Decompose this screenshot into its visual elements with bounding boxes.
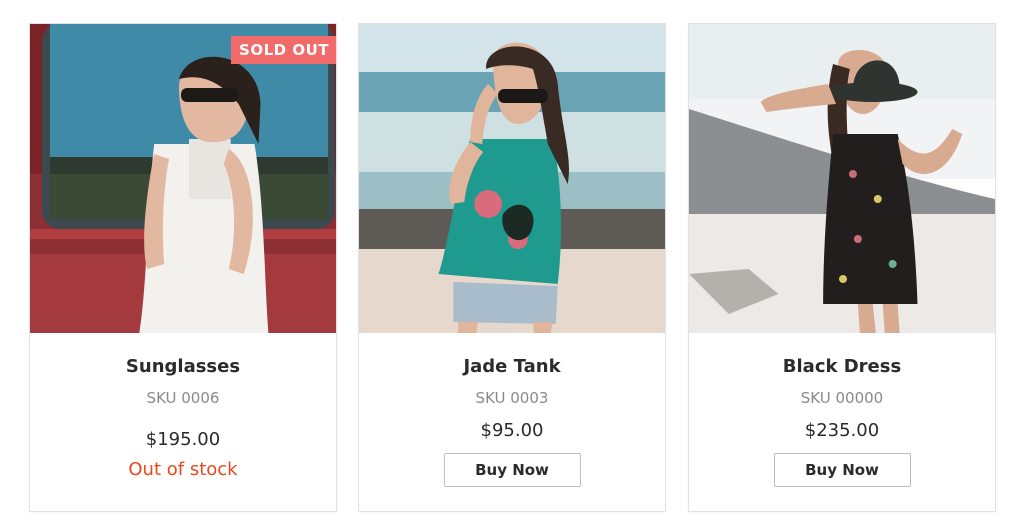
product-card-sunglasses[interactable]: SOLD OUT Sunglasses SKU 0006 $195.00 Out… <box>29 23 337 512</box>
product-price: $235.00 <box>804 420 880 441</box>
product-price: $95.00 <box>480 420 544 441</box>
product-info: Sunglasses SKU 0006 $195.00 Out of stock <box>30 333 336 482</box>
product-photo <box>30 24 336 333</box>
buy-now-button[interactable]: Buy Now <box>443 453 581 487</box>
out-of-stock-label: Out of stock <box>128 459 238 480</box>
product-title[interactable]: Sunglasses <box>30 355 336 379</box>
product-sku: SKU 00000 <box>800 389 884 407</box>
sold-out-badge: SOLD OUT <box>231 36 336 64</box>
product-photo <box>689 24 995 333</box>
product-title[interactable]: Black Dress <box>689 355 995 379</box>
product-sku: SKU 0006 <box>146 389 220 407</box>
product-card-black-dress[interactable]: Black Dress SKU 00000 $235.00 Buy Now <box>688 23 996 512</box>
product-image-sunglasses[interactable]: SOLD OUT <box>30 24 336 333</box>
product-card-jade-tank[interactable]: Jade Tank SKU 0003 $95.00 Buy Now <box>358 23 666 512</box>
product-info: Jade Tank SKU 0003 $95.00 Buy Now <box>359 333 665 487</box>
product-price: $195.00 <box>145 429 221 450</box>
product-title[interactable]: Jade Tank <box>359 355 665 379</box>
product-photo <box>359 24 665 333</box>
product-sku: SKU 0003 <box>475 389 549 407</box>
buy-now-button[interactable]: Buy Now <box>773 453 911 487</box>
product-image-jade-tank[interactable] <box>359 24 665 333</box>
product-image-black-dress[interactable] <box>689 24 995 333</box>
product-info: Black Dress SKU 00000 $235.00 Buy Now <box>689 333 995 487</box>
product-grid: SOLD OUT Sunglasses SKU 0006 $195.00 Out… <box>0 0 1024 531</box>
